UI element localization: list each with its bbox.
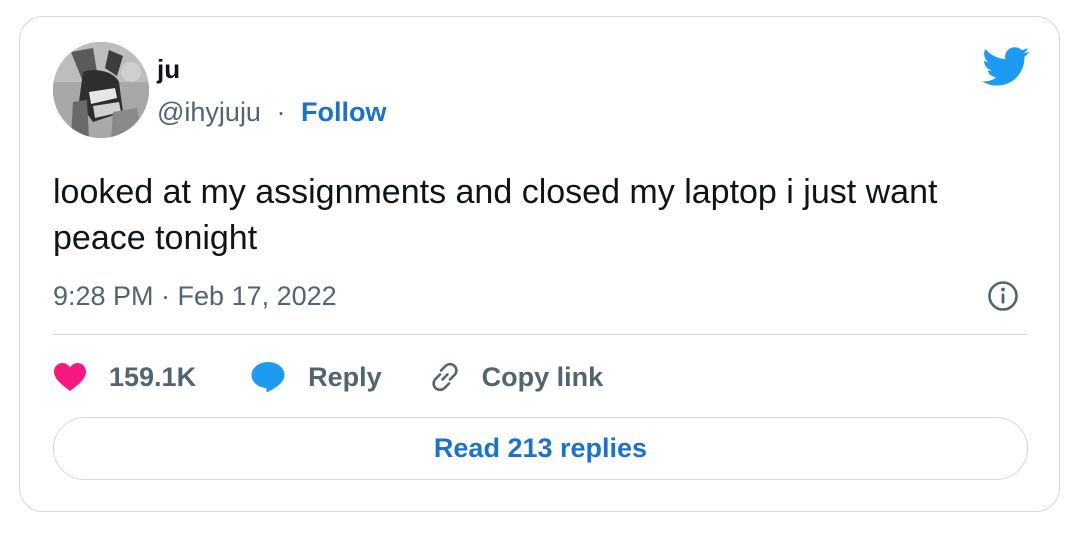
speech-bubble-icon	[250, 361, 286, 393]
author-name[interactable]: ju	[157, 53, 180, 85]
like-count: 159.1K	[109, 361, 197, 392]
action-bar: 159.1K Reply Copy link	[53, 357, 603, 397]
info-icon[interactable]	[987, 280, 1019, 312]
reply-button[interactable]: Reply	[250, 361, 382, 393]
like-button[interactable]: 159.1K	[53, 362, 196, 393]
avatar-photo	[53, 42, 149, 138]
author-handle[interactable]: @ihyjuju	[157, 97, 261, 127]
tweet-card: ju @ihyjuju · Follow looked at my assign…	[19, 16, 1060, 512]
separator-dot: ·	[276, 97, 286, 127]
copy-link-label: Copy link	[481, 361, 604, 392]
divider	[53, 334, 1028, 335]
twitter-bird-icon[interactable]	[982, 47, 1030, 87]
tweet-timestamp[interactable]: 9:28 PM · Feb 17, 2022	[53, 278, 337, 314]
reply-label: Reply	[308, 361, 382, 392]
link-icon	[428, 360, 462, 394]
handle-row: @ihyjuju · Follow	[157, 95, 386, 129]
avatar[interactable]	[53, 42, 149, 138]
copy-link-button[interactable]: Copy link	[428, 360, 604, 394]
tweet-text: looked at my assignments and closed my l…	[53, 173, 938, 257]
heart-icon	[53, 362, 87, 392]
follow-button[interactable]: Follow	[301, 97, 386, 127]
read-replies-button[interactable]: Read 213 replies	[53, 417, 1028, 480]
